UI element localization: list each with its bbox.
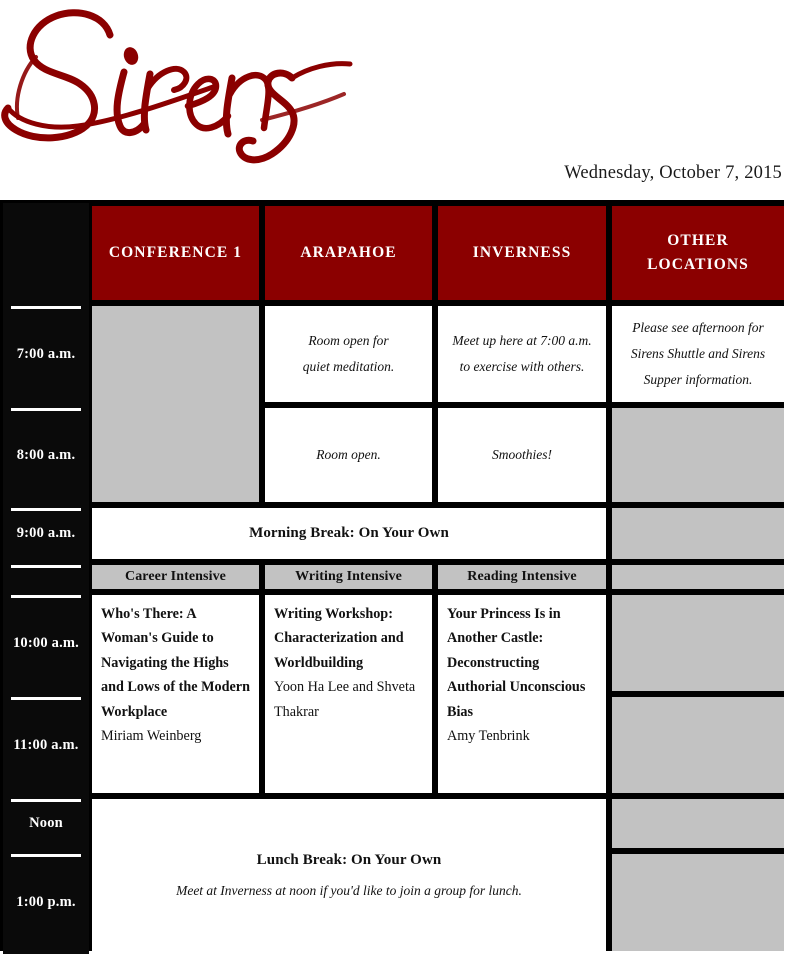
note-line: Room open for bbox=[308, 332, 389, 348]
note-line: Room open. bbox=[316, 446, 381, 462]
cell-other-locations-noon-empty bbox=[612, 799, 784, 848]
time-label-0700: 7:00 a.m. bbox=[3, 303, 89, 405]
time-label-text: 11:00 a.m. bbox=[13, 736, 79, 753]
track-label-reading-intensive: Reading Intensive bbox=[438, 565, 606, 589]
column-header-label-line2: LOCATIONS bbox=[647, 256, 749, 273]
grid-corner-cell bbox=[3, 203, 89, 303]
cell-inverness-0700: Meet up here at 7:00 a.m. to exercise wi… bbox=[438, 306, 606, 402]
schedule-table: CONFERENCE 1 ARAPAHOE INVERNESS OTHER LO… bbox=[0, 200, 800, 954]
track-label-text: Writing Intensive bbox=[295, 569, 402, 584]
time-label-1000: 10:00 a.m. bbox=[3, 592, 89, 694]
column-header-label: ARAPAHOE bbox=[300, 243, 397, 261]
break-title: Lunch Break: On Your Own bbox=[256, 851, 442, 868]
column-header-label: CONFERENCE 1 bbox=[108, 243, 243, 261]
break-title: Morning Break: On Your Own bbox=[249, 525, 449, 541]
time-label-text: 9:00 a.m. bbox=[16, 525, 76, 541]
cell-other-locations-0800-empty bbox=[612, 408, 784, 502]
session-title: Who's There: A Woman's Guide to Navigati… bbox=[101, 606, 250, 720]
note-line: quiet meditation. bbox=[302, 359, 395, 374]
session-presenter: Yoon Ha Lee and Shveta Thakrar bbox=[274, 679, 416, 720]
cell-morning-break: Morning Break: On Your Own bbox=[92, 508, 606, 559]
cell-other-locations-1100-empty bbox=[612, 697, 784, 793]
column-header-arapahoe: ARAPAHOE bbox=[265, 206, 432, 300]
schedule-date: Wednesday, October 7, 2015 bbox=[564, 163, 782, 183]
session-reading-intensive[interactable]: Your Princess Is in Another Castle: Deco… bbox=[438, 595, 606, 793]
time-label-text: 7:00 a.m. bbox=[16, 345, 76, 362]
cell-arapahoe-0800: Room open. bbox=[265, 408, 432, 502]
time-label-1100: 11:00 a.m. bbox=[3, 694, 89, 796]
column-header-inverness: INVERNESS bbox=[438, 206, 606, 300]
time-label-text: 10:00 a.m. bbox=[12, 634, 80, 651]
track-label-text: Career Intensive bbox=[124, 569, 226, 584]
time-label-0800: 8:00 a.m. bbox=[3, 405, 89, 505]
session-writing-intensive[interactable]: Writing Workshop: Characterization and W… bbox=[265, 595, 432, 793]
cell-other-locations-0700: Please see afternoon for Sirens Shuttle … bbox=[612, 306, 784, 402]
sirens-logo bbox=[0, 2, 420, 187]
break-subtitle: Meet at Inverness at noon if you'd like … bbox=[176, 882, 522, 898]
track-label-career-intensive: Career Intensive bbox=[92, 565, 259, 589]
note-line: Meet up here at 7:00 a.m. bbox=[452, 332, 592, 348]
column-header-label: INVERNESS bbox=[472, 243, 572, 261]
time-label-noon: Noon bbox=[3, 796, 89, 851]
note-line: Smoothies! bbox=[492, 446, 552, 462]
time-label-0900: 9:00 a.m. bbox=[3, 505, 89, 562]
cell-lunch-break: Lunch Break: On Your Own Meet at Inverne… bbox=[92, 799, 606, 951]
time-label-1300: 1:00 p.m. bbox=[3, 851, 89, 954]
session-career-intensive[interactable]: Who's There: A Woman's Guide to Navigati… bbox=[92, 595, 259, 793]
time-label-text: Noon bbox=[29, 815, 63, 831]
cell-conference1-0700-empty bbox=[92, 306, 259, 502]
note-line: to exercise with others. bbox=[459, 359, 585, 374]
sirens-script-wordmark-icon bbox=[1, 9, 353, 164]
column-header-label-line1: OTHER bbox=[667, 231, 729, 249]
cell-inverness-0800: Smoothies! bbox=[438, 408, 606, 502]
column-header-conference-1: CONFERENCE 1 bbox=[92, 206, 259, 300]
column-header-other-locations: OTHER LOCATIONS bbox=[612, 206, 784, 300]
note-line: Please see afternoon for bbox=[632, 319, 764, 335]
time-label-text: 8:00 a.m. bbox=[16, 446, 76, 463]
track-label-writing-intensive: Writing Intensive bbox=[265, 565, 432, 589]
time-label-text: 1:00 p.m. bbox=[16, 894, 76, 910]
track-label-text: Reading Intensive bbox=[467, 569, 577, 584]
note-line: Sirens Shuttle and Sirens bbox=[630, 345, 766, 361]
cell-other-locations-track-empty bbox=[612, 565, 784, 589]
session-presenter: Miriam Weinberg bbox=[101, 728, 202, 745]
cell-other-locations-1300-empty bbox=[612, 854, 784, 951]
session-presenter: Amy Tenbrink bbox=[447, 728, 530, 745]
time-label-track-row bbox=[3, 562, 89, 592]
session-title: Writing Workshop: Characterization and W… bbox=[274, 606, 404, 671]
schedule-grid: CONFERENCE 1 ARAPAHOE INVERNESS OTHER LO… bbox=[0, 200, 784, 954]
cell-other-locations-1000-empty bbox=[612, 595, 784, 691]
note-line: Supper information. bbox=[643, 372, 753, 388]
cell-other-locations-0900-empty bbox=[612, 508, 784, 559]
masthead: Wednesday, October 7, 2015 bbox=[0, 0, 800, 200]
session-title: Your Princess Is in Another Castle: Deco… bbox=[447, 606, 586, 720]
cell-arapahoe-0700: Room open for quiet meditation. bbox=[265, 306, 432, 402]
